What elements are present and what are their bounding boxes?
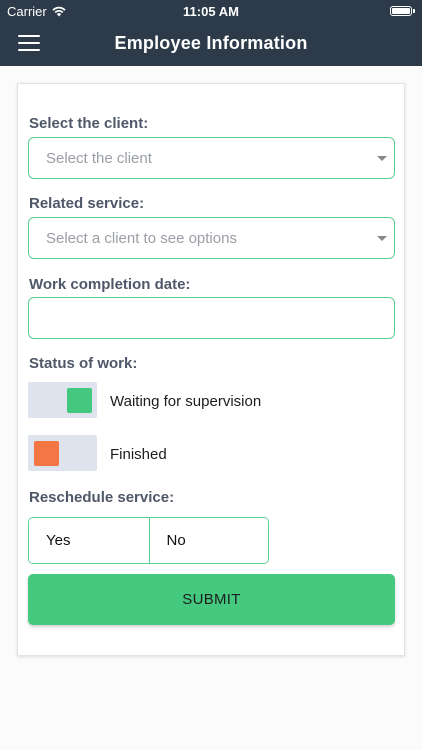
battery-tip bbox=[413, 9, 415, 13]
status-time: 11:05 AM bbox=[183, 4, 239, 19]
status-label: Status of work: bbox=[29, 355, 138, 372]
page-title: Employee Information bbox=[114, 33, 308, 53]
completion-date-label: Work completion date: bbox=[29, 276, 191, 293]
client-select[interactable]: Select the client bbox=[28, 137, 395, 179]
finished-toggle[interactable] bbox=[28, 435, 97, 471]
client-select-placeholder: Select the client bbox=[46, 149, 152, 167]
finished-label: Finished bbox=[110, 446, 167, 463]
chevron-down-icon bbox=[377, 156, 387, 161]
employee-form-card: Select the client: Select the client Rel… bbox=[17, 83, 405, 656]
client-label: Select the client: bbox=[29, 115, 149, 132]
toggle-knob-off bbox=[34, 441, 59, 466]
chevron-down-icon bbox=[377, 236, 387, 241]
service-select[interactable]: Select a client to see options bbox=[28, 217, 395, 259]
reschedule-segmented-control: Yes No bbox=[28, 517, 269, 564]
battery-icon bbox=[390, 6, 415, 16]
reschedule-label: Reschedule service: bbox=[29, 489, 175, 506]
completion-date-input[interactable] bbox=[28, 297, 395, 339]
waiting-supervision-toggle[interactable] bbox=[28, 382, 97, 418]
submit-button[interactable]: SUBMIT bbox=[28, 574, 395, 625]
waiting-supervision-label: Waiting for supervision bbox=[110, 393, 262, 410]
battery-level bbox=[392, 8, 410, 14]
status-bar: Carrier 11:05 AM bbox=[0, 0, 422, 22]
service-select-placeholder: Select a client to see options bbox=[46, 229, 237, 247]
service-label: Related service: bbox=[29, 195, 145, 212]
toggle-knob-on bbox=[67, 388, 92, 413]
reschedule-no-button[interactable]: No bbox=[148, 518, 268, 563]
reschedule-yes-button[interactable]: Yes bbox=[29, 518, 149, 563]
top-bar: Carrier 11:05 AM Employee Information bbox=[0, 0, 422, 66]
